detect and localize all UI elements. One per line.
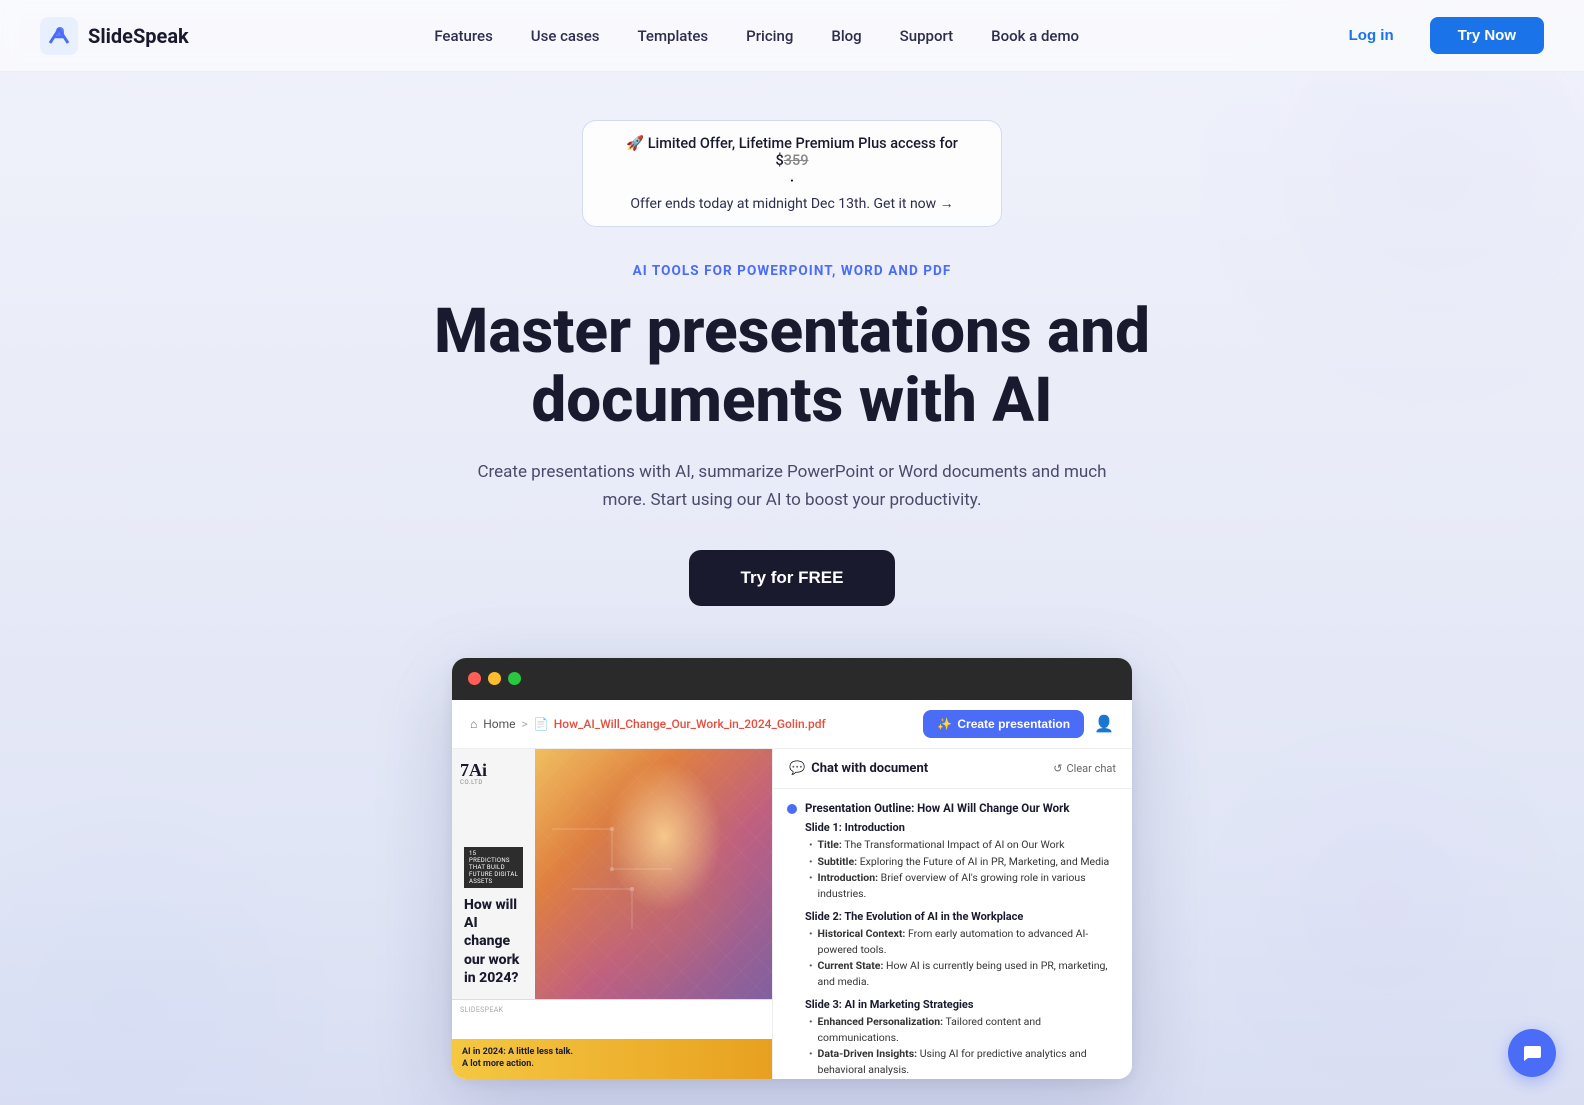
slide-thumb-line1: AI in 2024: A little less talk.	[462, 1047, 573, 1057]
slide-thumb-line2: A lot more action.	[462, 1059, 534, 1069]
home-icon: ⌂	[470, 717, 477, 731]
chat-bullet-3-2: Data-Driven Insights: Using AI for predi…	[805, 1046, 1118, 1078]
app-breadcrumb: ⌂ Home > 📄 How_AI_Will_Change_Our_Work_i…	[470, 717, 826, 731]
window-maximize-dot	[508, 672, 521, 685]
clear-chat-label: Clear chat	[1066, 762, 1116, 775]
breadcrumb-sep: >	[522, 717, 528, 731]
user-indicator-dot	[787, 804, 797, 814]
app-toolbar: ⌂ Home > 📄 How_AI_Will_Change_Our_Work_i…	[452, 700, 1132, 749]
slide-portrait-bg	[532, 749, 772, 999]
circuit-svg	[532, 749, 772, 999]
slide-tag-strip: 15 PREDICTIONS THAT BUILD FUTURE DIGITAL…	[464, 847, 523, 888]
hero-headline: Master presentations and documents with …	[434, 297, 1150, 436]
clear-chat-button[interactable]: ↺ Clear chat	[1053, 762, 1116, 775]
chat-bullet-1-1: Title: The Transformational Impact of AI…	[805, 837, 1118, 853]
chat-section-2: Slide 2: The Evolution of AI in the Work…	[805, 910, 1118, 990]
promo-banner[interactable]: 🚀 Limited Offer, Lifetime Premium Plus a…	[582, 120, 1002, 227]
chat-section-3: Slide 3: AI in Marketing Strategies Enha…	[805, 998, 1118, 1079]
promo-line1: 🚀 Limited Offer, Lifetime Premium Plus a…	[611, 135, 973, 169]
nav-book-demo[interactable]: Book a demo	[975, 19, 1095, 53]
breadcrumb-filename: How_AI_Will_Change_Our_Work_in_2024_Goli…	[554, 717, 826, 731]
slide-thumb-text: AI in 2024: A little less talk. A lot mo…	[462, 1046, 762, 1071]
nav-blog[interactable]: Blog	[815, 19, 877, 53]
slide-image: 7Ai CO.LTD 15 PREDICTIONS THAT BUILD FUT…	[452, 749, 772, 999]
chat-bullet-1-2: Subtitle: Exploring the Future of AI in …	[805, 854, 1118, 870]
slide-logo-text: 7Ai	[460, 761, 487, 779]
navbar: SlideSpeak Features Use cases Templates …	[0, 0, 1584, 72]
window-close-dot	[468, 672, 481, 685]
chat-header: 💬 Chat with document ↺ Clear chat	[773, 749, 1132, 789]
slide-heading-line1: How will AI change	[464, 897, 517, 949]
promo-line2: Offer ends today at midnight Dec 13th. G…	[611, 195, 973, 212]
chat-message: Presentation Outline: How AI Will Change…	[787, 801, 1118, 1079]
user-icon: 👤	[1094, 714, 1114, 733]
slide-logo-sub: CO.LTD	[460, 779, 487, 786]
window-chrome	[452, 658, 1132, 700]
nav-support[interactable]: Support	[884, 19, 969, 53]
breadcrumb-file: 📄 How_AI_Will_Change_Our_Work_in_2024_Go…	[534, 717, 826, 731]
chat-bullet-3-1: Enhanced Personalization: Tailored conte…	[805, 1014, 1118, 1046]
nav-pricing[interactable]: Pricing	[730, 19, 809, 53]
slide-preview-main: 7Ai CO.LTD 15 PREDICTIONS THAT BUILD FUT…	[452, 749, 772, 999]
slide-panel: 7Ai CO.LTD 15 PREDICTIONS THAT BUILD FUT…	[452, 749, 772, 1079]
wand-icon: ✨	[937, 717, 952, 731]
app-main-content: 7Ai CO.LTD 15 PREDICTIONS THAT BUILD FUT…	[452, 749, 1132, 1079]
chat-panel: 💬 Chat with document ↺ Clear chat Pr	[772, 749, 1132, 1079]
chat-title: 💬 Chat with document	[789, 761, 928, 776]
slide-thumbnail: SLIDESPEAK AI in 2024: A little less tal…	[452, 999, 772, 1079]
hero-headline-line1: Master presentations and	[434, 295, 1150, 368]
slide-logo-area: 7Ai CO.LTD	[460, 761, 487, 786]
nav-links: Features Use cases Templates Pricing Blo…	[418, 19, 1095, 53]
nav-templates[interactable]: Templates	[621, 19, 724, 53]
create-presentation-button[interactable]: ✨ Create presentation	[923, 710, 1084, 738]
try-free-button[interactable]: Try for FREE	[689, 550, 896, 606]
nav-features[interactable]: Features	[418, 19, 508, 53]
hero-subtitle-tag: AI TOOLS FOR POWERPOINT, WORD AND PDF	[633, 263, 952, 279]
hero-section: 🚀 Limited Offer, Lifetime Premium Plus a…	[0, 72, 1584, 1079]
chat-widget-icon	[1521, 1042, 1543, 1064]
promo-price: 359	[784, 152, 809, 169]
chat-section-1: Slide 1: Introduction Title: The Transfo…	[805, 821, 1118, 902]
chat-bullet-2-1: Historical Context: From early automatio…	[805, 926, 1118, 958]
slide-left-bar: 7Ai CO.LTD 15 PREDICTIONS THAT BUILD FUT…	[452, 749, 535, 999]
slide-heading-line2: our work in 2024?	[464, 952, 519, 986]
slide-thumb-label: SLIDESPEAK	[460, 1006, 503, 1014]
chat-bubble: Presentation Outline: How AI Will Change…	[805, 801, 1118, 1079]
chat-section-3-title: Slide 3: AI in Marketing Strategies	[805, 998, 1118, 1011]
brand-name: SlideSpeak	[88, 24, 189, 48]
chat-title-label: Chat with document	[811, 761, 928, 776]
chat-section-1-title: Slide 1: Introduction	[805, 821, 1118, 834]
chat-section-2-title: Slide 2: The Evolution of AI in the Work…	[805, 910, 1118, 923]
create-pres-label: Create presentation	[957, 717, 1070, 731]
toolbar-right: ✨ Create presentation 👤	[923, 710, 1114, 738]
logo-link[interactable]: SlideSpeak	[40, 17, 189, 55]
pdf-icon: 📄	[534, 717, 549, 731]
hero-description: Create presentations with AI, summarize …	[472, 458, 1112, 514]
hero-headline-line2: documents with AI	[531, 364, 1052, 437]
window-minimize-dot	[488, 672, 501, 685]
nav-use-cases[interactable]: Use cases	[515, 19, 616, 53]
chat-body: Presentation Outline: How AI Will Change…	[773, 789, 1132, 1079]
support-chat-widget[interactable]	[1508, 1029, 1556, 1077]
slide-heading: How will AI change our work in 2024?	[464, 896, 523, 987]
logo-icon	[40, 17, 78, 55]
login-button[interactable]: Log in	[1325, 17, 1418, 54]
app-screenshot: ⌂ Home > 📄 How_AI_Will_Change_Our_Work_i…	[452, 658, 1132, 1079]
refresh-icon: ↺	[1053, 762, 1062, 775]
promo-bullet: ·	[611, 173, 973, 191]
chat-bullet-1-3: Introduction: Brief overview of AI's gro…	[805, 870, 1118, 902]
chat-icon: 💬	[789, 761, 805, 776]
nav-actions: Log in Try Now	[1325, 17, 1544, 54]
try-now-button[interactable]: Try Now	[1430, 17, 1544, 54]
breadcrumb-home: Home	[483, 717, 515, 731]
chat-bubble-title: Presentation Outline: How AI Will Change…	[805, 801, 1118, 815]
chat-bullet-2-2: Current State: How AI is currently being…	[805, 958, 1118, 990]
